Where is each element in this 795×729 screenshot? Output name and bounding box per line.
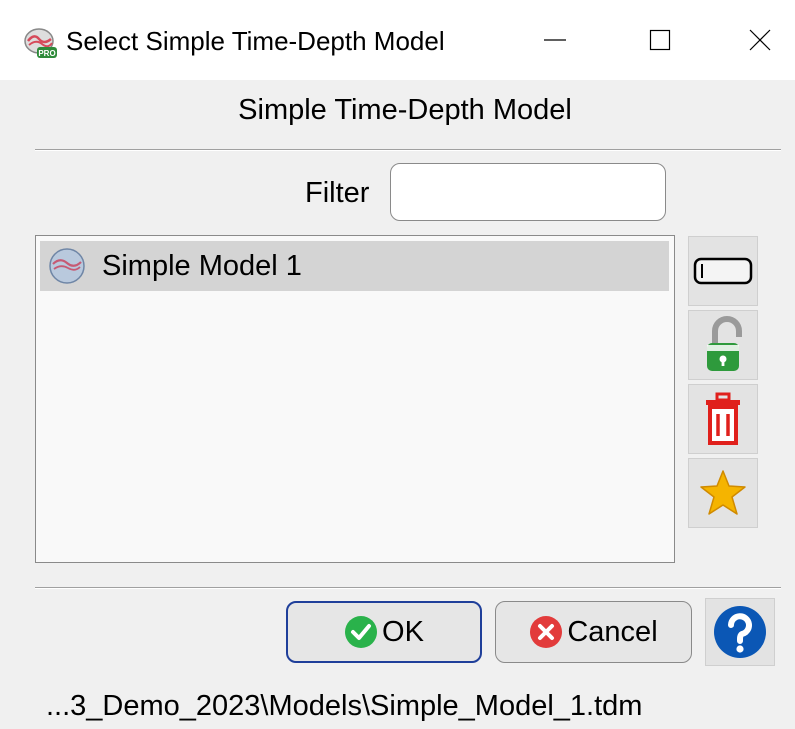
filter-label: Filter xyxy=(305,177,370,209)
bottom-divider xyxy=(35,587,781,589)
list-item-label: Simple Model 1 xyxy=(102,249,302,282)
cancel-button[interactable]: Cancel xyxy=(495,601,692,663)
ok-button[interactable]: OK xyxy=(286,601,482,663)
check-icon xyxy=(345,616,378,648)
svg-text:PRO: PRO xyxy=(38,49,55,58)
close-button[interactable] xyxy=(715,0,795,80)
minimize-icon xyxy=(544,39,566,41)
rename-icon xyxy=(693,257,753,285)
maximize-button[interactable] xyxy=(615,0,705,80)
title-bar: PRO Select Simple Time-Depth Model xyxy=(0,0,795,80)
simple-model-icon xyxy=(48,247,86,285)
dialog-heading: Simple Time-Depth Model xyxy=(238,94,572,126)
maximize-icon xyxy=(649,29,671,51)
filter-input[interactable] xyxy=(390,163,666,221)
close-icon xyxy=(749,29,771,51)
delete-button[interactable] xyxy=(688,384,758,454)
window-title: Select Simple Time-Depth Model xyxy=(66,26,445,56)
trash-icon xyxy=(706,392,740,445)
cancel-icon xyxy=(530,616,563,648)
model-list[interactable]: Simple Model 1 xyxy=(35,235,675,563)
cancel-button-label: Cancel xyxy=(567,615,658,648)
unlock-icon xyxy=(707,316,742,371)
list-item[interactable]: Simple Model 1 xyxy=(40,241,669,291)
ok-button-label: OK xyxy=(382,615,424,648)
file-path: ...3_Demo_2023\Models\Simple_Model_1.tdm xyxy=(46,690,643,722)
top-divider xyxy=(35,149,781,151)
star-icon xyxy=(700,470,746,515)
favorite-button[interactable] xyxy=(688,458,758,528)
minimize-button[interactable] xyxy=(510,0,600,80)
rename-button[interactable] xyxy=(688,236,758,306)
help-button[interactable] xyxy=(705,598,775,666)
help-icon xyxy=(714,606,766,658)
app-logo-icon: PRO xyxy=(24,27,58,59)
unlock-button[interactable] xyxy=(688,310,758,380)
